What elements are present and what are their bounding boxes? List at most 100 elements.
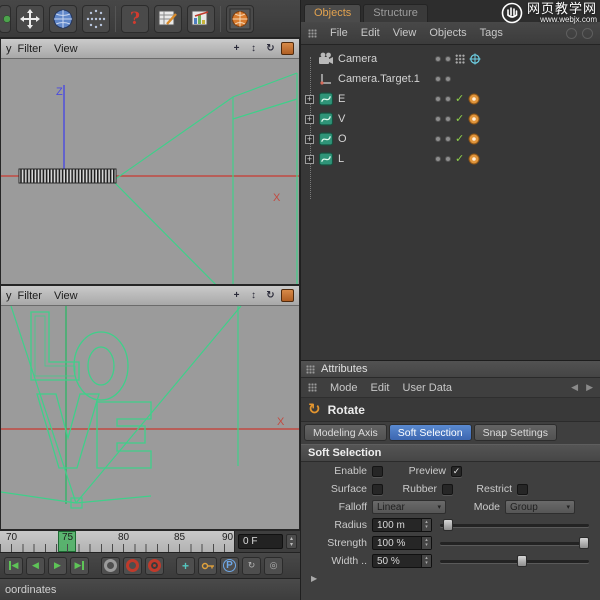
menu-file[interactable]: File (330, 27, 348, 39)
editor-visibility-dot[interactable] (435, 76, 441, 82)
viewport-menu-partial[interactable]: y (6, 43, 12, 55)
slider-knob[interactable] (443, 519, 453, 531)
editor-visibility-dot[interactable] (435, 96, 441, 102)
render-visibility-dot[interactable] (445, 156, 451, 162)
editor-visibility-dot[interactable] (435, 156, 441, 162)
render-visibility-dot[interactable] (445, 136, 451, 142)
toggle-view-icon[interactable] (281, 289, 294, 302)
preview-checkbox[interactable]: ✓ (451, 466, 462, 477)
menu-tags[interactable]: Tags (480, 27, 503, 39)
zoom-icon[interactable]: ↕ (247, 42, 260, 55)
render-globe-icon[interactable] (226, 5, 254, 33)
orbit-icon[interactable]: ↻ (264, 289, 277, 302)
menu-objects[interactable]: Objects (429, 27, 466, 39)
editor-visibility-dot[interactable] (435, 116, 441, 122)
mode-dropdown[interactable]: Group ▾ (505, 500, 575, 514)
keyframe-position-button[interactable]: + (176, 557, 195, 575)
enabled-check-icon[interactable]: ✓ (455, 114, 464, 125)
goto-start-button[interactable]: ◀ (4, 557, 23, 575)
tree-row-camera[interactable]: Camera (301, 49, 600, 69)
expand-plus-icon[interactable]: + (305, 135, 314, 144)
edit-table-icon[interactable] (154, 5, 182, 33)
parameter-record-button[interactable]: P (220, 557, 239, 575)
cut-tool-icon[interactable] (0, 5, 11, 33)
panel-grip-icon[interactable] (306, 365, 315, 374)
chart-table-icon[interactable] (187, 5, 215, 33)
model-sphere-icon[interactable] (49, 5, 77, 33)
tree-row-o[interactable]: + O ✓ (301, 129, 600, 149)
panel-grip-icon[interactable] (308, 383, 317, 392)
render-visibility-dot[interactable] (445, 96, 451, 102)
points-sphere-icon[interactable] (82, 5, 110, 33)
radius-field[interactable]: 100 m ▴▾ (372, 518, 432, 532)
orange-tag-icon[interactable] (468, 153, 480, 165)
record-position-button[interactable] (101, 557, 120, 575)
panel-grip-icon[interactable] (308, 29, 317, 38)
pan-icon[interactable]: + (230, 289, 243, 302)
rubber-checkbox[interactable] (442, 484, 453, 495)
strength-slider[interactable] (440, 536, 589, 550)
zoom-icon[interactable]: ↕ (247, 289, 260, 302)
value-stepper[interactable]: ▴▾ (421, 519, 431, 531)
viewport-top-canvas[interactable]: X Z (1, 59, 299, 284)
goto-end-button[interactable]: ▶ (70, 557, 89, 575)
tab-structure[interactable]: Structure (363, 4, 428, 22)
surface-checkbox[interactable] (372, 484, 383, 495)
tree-row-camera-target[interactable]: Camera.Target.1 (301, 69, 600, 89)
orange-tag-icon[interactable] (468, 113, 480, 125)
toggle-view-icon[interactable] (281, 42, 294, 55)
key-button[interactable] (198, 557, 217, 575)
render-visibility-dot[interactable] (445, 116, 451, 122)
strength-field[interactable]: 100 % ▴▾ (372, 536, 432, 550)
expand-plus-icon[interactable]: + (305, 115, 314, 124)
rotation-record-button[interactable]: ↻ (242, 557, 261, 575)
value-stepper[interactable]: ▴▾ (421, 555, 431, 567)
tab-modeling-axis[interactable]: Modeling Axis (304, 424, 387, 441)
frame-stepper[interactable]: ▴ ▾ (286, 534, 297, 549)
history-forward-icon[interactable]: ▶ (586, 382, 593, 393)
section-header[interactable]: Soft Selection (301, 444, 600, 462)
target-expression-tag-icon[interactable] (469, 53, 481, 65)
expand-plus-icon[interactable]: + (305, 95, 314, 104)
slider-knob[interactable] (517, 555, 527, 567)
step-back-button[interactable]: ◀ (26, 557, 45, 575)
filter-menu[interactable]: Filter (18, 43, 42, 55)
view-menu[interactable]: View (54, 43, 78, 55)
enabled-check-icon[interactable]: ✓ (455, 94, 464, 105)
play-button[interactable]: ▶ (48, 557, 67, 575)
editor-visibility-dot[interactable] (435, 56, 441, 62)
expand-plus-icon[interactable]: + (305, 155, 314, 164)
timeline-ruler[interactable]: 70 75 80 85 90 0 F ▴ ▾ (0, 530, 300, 552)
history-back-icon[interactable]: ◀ (571, 382, 578, 393)
value-stepper[interactable]: ▴▾ (421, 537, 431, 549)
help-icon[interactable]: ? (121, 5, 149, 33)
editor-visibility-dot[interactable] (435, 136, 441, 142)
restrict-checkbox[interactable] (517, 484, 528, 495)
enabled-check-icon[interactable]: ✓ (455, 154, 464, 165)
autokey-button[interactable] (145, 557, 164, 575)
menu-edit[interactable]: Edit (371, 382, 390, 394)
render-visibility-dot[interactable] (445, 76, 451, 82)
view-menu[interactable]: View (54, 290, 78, 302)
tab-snap-settings[interactable]: Snap Settings (474, 424, 557, 441)
move-axes-icon[interactable] (16, 5, 44, 33)
menu-edit[interactable]: Edit (361, 27, 380, 39)
filter-menu[interactable]: Filter (18, 290, 42, 302)
menu-mode[interactable]: Mode (330, 382, 358, 394)
tree-row-e[interactable]: + E ✓ (301, 89, 600, 109)
menu-view[interactable]: View (393, 27, 417, 39)
disclosure-arrow-icon[interactable]: ▶ (311, 574, 317, 583)
search-circle-icon[interactable] (582, 28, 593, 39)
pan-icon[interactable]: + (230, 42, 243, 55)
tab-objects[interactable]: Objects (304, 4, 361, 22)
viewport-bottom-canvas[interactable]: X (1, 306, 299, 529)
current-frame-field[interactable]: 0 F (238, 534, 283, 549)
falloff-dropdown[interactable]: Linear ▾ (372, 500, 446, 514)
tab-soft-selection[interactable]: Soft Selection (389, 424, 472, 441)
slider-knob[interactable] (579, 537, 589, 549)
width-field[interactable]: 50 % ▴▾ (372, 554, 432, 568)
enabled-check-icon[interactable]: ✓ (455, 134, 464, 145)
filter-circle-icon[interactable] (566, 28, 577, 39)
record-button[interactable] (123, 557, 142, 575)
orbit-icon[interactable]: ↻ (264, 42, 277, 55)
